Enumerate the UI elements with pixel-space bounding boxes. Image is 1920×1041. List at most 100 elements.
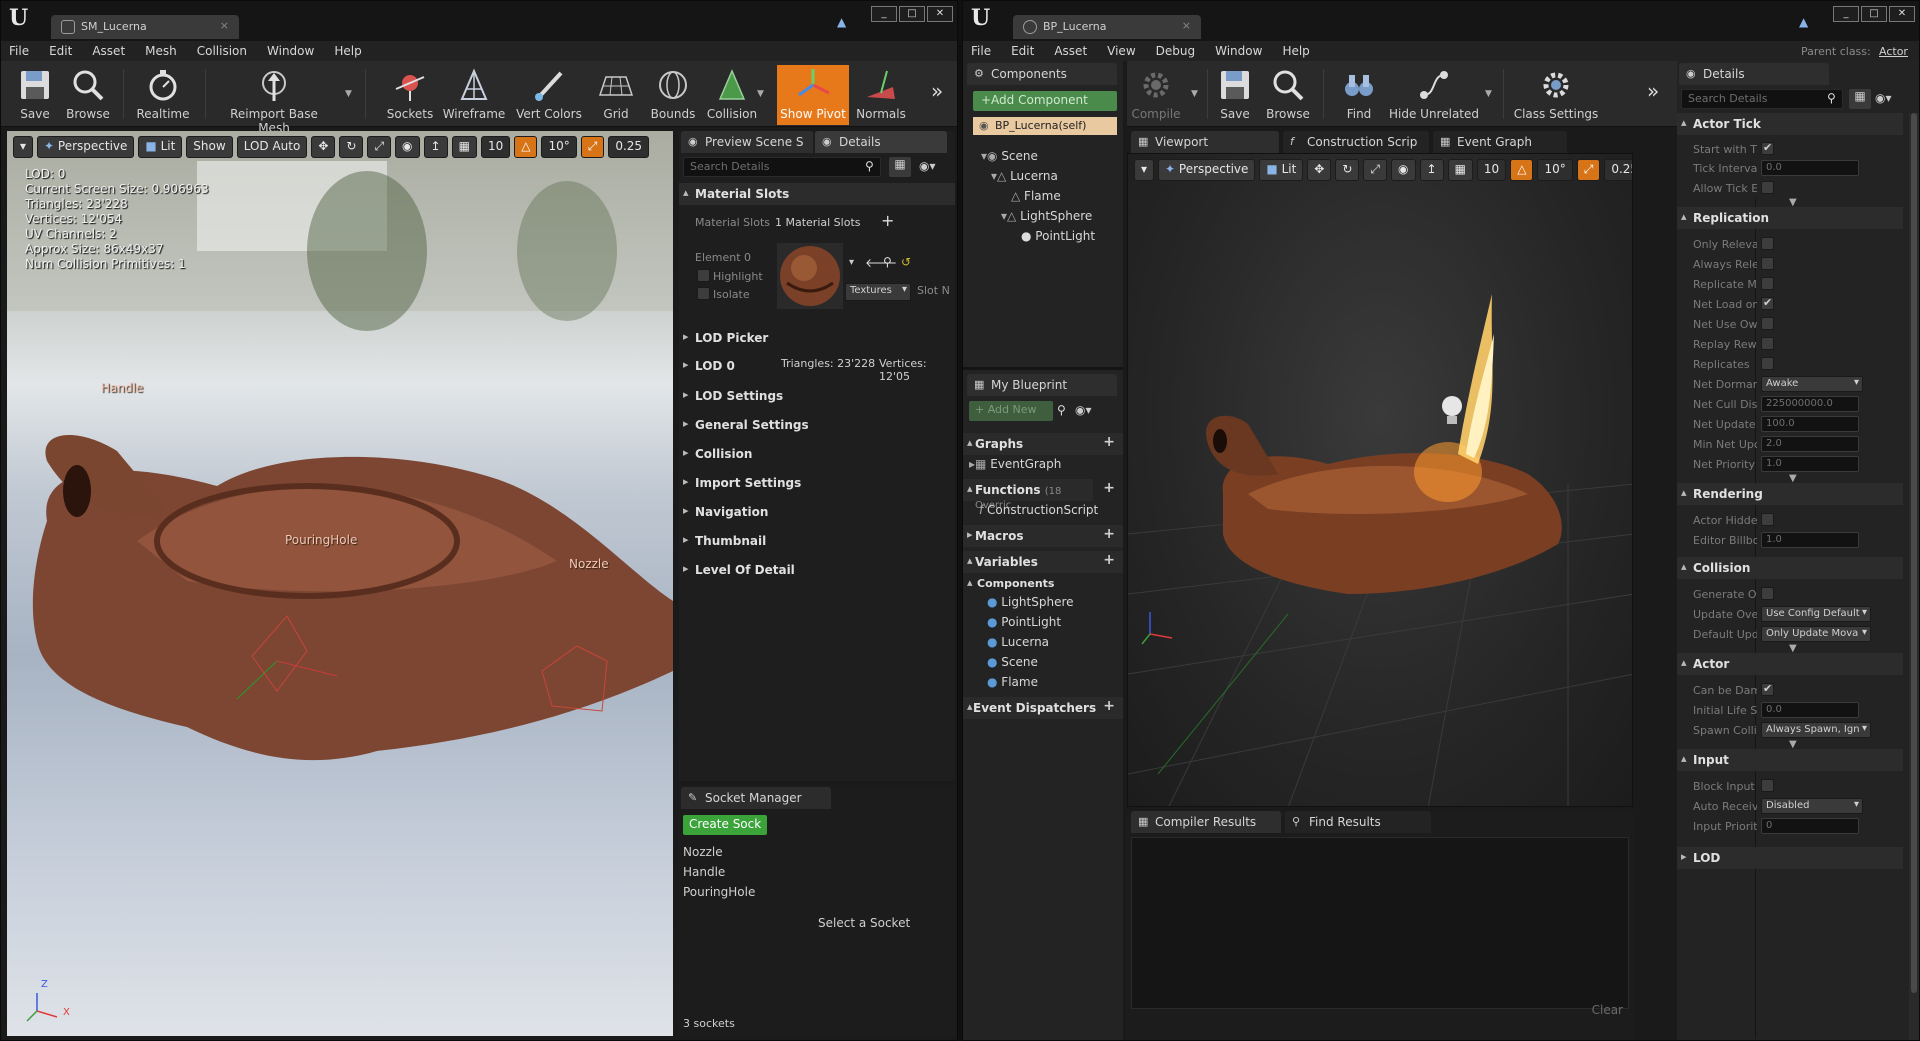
maximize-button[interactable]: □	[899, 6, 925, 22]
spawn-collision-dropdown[interactable]: Always Spawn, Ign	[1761, 722, 1871, 738]
function-constructionscript[interactable]: f ConstructionScript	[979, 503, 1098, 517]
tab-compiler-results[interactable]: ▦ Compiler Results	[1131, 811, 1281, 833]
scale-tool-icon[interactable]: ⤢	[1363, 159, 1388, 181]
default-update-dropdown[interactable]: Only Update Mova	[1761, 626, 1871, 642]
category-general-settings[interactable]: General Settings	[679, 414, 955, 436]
category-actor[interactable]: Actor	[1677, 653, 1903, 675]
close-window-button[interactable]: ✕	[927, 6, 953, 22]
scale-snap-icon[interactable]: ⤢	[1576, 159, 1601, 181]
highlight-checkbox[interactable]	[697, 269, 710, 282]
textures-dropdown[interactable]: Textures	[845, 283, 911, 301]
socket-label-pouringhole[interactable]: PouringHole	[285, 533, 357, 547]
rotate-tool-icon[interactable]: ↻	[339, 136, 364, 158]
material-dropdown-icon[interactable]: ▾	[849, 257, 854, 268]
details-search-input[interactable]: Search Details	[683, 157, 881, 177]
scale-tool-icon[interactable]: ⤢	[367, 136, 392, 158]
tab-preview-scene[interactable]: ◉ Preview Scene S	[681, 131, 813, 153]
socket-label-nozzle[interactable]: Nozzle	[569, 557, 609, 571]
surface-snap-icon[interactable]: ↥	[423, 136, 448, 158]
scale-snap-icon[interactable]: ⤢	[580, 136, 605, 158]
show-pivot-button[interactable]: Show Pivot	[777, 65, 849, 125]
reimport-base-mesh-button[interactable]: Reimport Base Mesh	[215, 65, 333, 135]
browse-button[interactable]: Browse	[61, 65, 115, 125]
input-priority-field[interactable]: 0	[1761, 818, 1859, 834]
category-lod-picker[interactable]: LOD Picker	[679, 327, 955, 349]
mortarboard-icon[interactable]: ▲	[1799, 15, 1813, 29]
menu-help[interactable]: Help	[334, 44, 361, 58]
asset-tab[interactable]: BP_Lucerna ×	[1013, 15, 1201, 39]
category-level-of-detail[interactable]: Level Of Detail	[679, 559, 955, 581]
save-button[interactable]: Save	[1213, 65, 1257, 125]
tab-my-blueprint[interactable]: ▦ My Blueprint	[967, 374, 1117, 396]
menu-file[interactable]: File	[971, 44, 991, 58]
section-variables[interactable]: Variables	[963, 551, 1123, 573]
socket-label-handle[interactable]: Handle	[101, 381, 143, 395]
rotation-snap-icon[interactable]: △	[514, 136, 538, 158]
tree-pointlight[interactable]: ● PointLight	[1021, 229, 1095, 243]
compile-button[interactable]: Compile	[1129, 65, 1183, 125]
asset-tab[interactable]: SM_Lucerna ×	[51, 15, 239, 39]
can-be-damaged-checkbox[interactable]	[1761, 682, 1774, 696]
net-use-owner-checkbox[interactable]	[1761, 317, 1774, 330]
menu-asset[interactable]: Asset	[1054, 44, 1087, 58]
use-selected-arrow-icon[interactable]: 🡐	[865, 255, 897, 270]
wireframe-button[interactable]: Wireframe	[441, 65, 507, 125]
category-navigation[interactable]: Navigation	[679, 501, 955, 523]
perspective-button[interactable]: ✦ Perspective	[1158, 159, 1256, 181]
section-functions[interactable]: Functions (18 Overric	[963, 479, 1093, 511]
grid-button[interactable]: Grid	[591, 65, 641, 125]
translate-tool-icon[interactable]: ✥	[1307, 159, 1332, 181]
category-lod[interactable]: LOD	[1677, 847, 1903, 869]
tab-details[interactable]: ◉ Details	[1679, 63, 1829, 85]
grid-snap-value[interactable]: 10	[480, 136, 511, 158]
surface-snap-icon[interactable]: ↥	[1419, 159, 1444, 181]
viewport-options-button[interactable]: ▾	[13, 136, 34, 158]
actor-hidden-checkbox[interactable]	[1761, 513, 1774, 526]
minimize-button[interactable]: _	[1833, 6, 1859, 22]
socket-item-nozzle[interactable]: Nozzle	[683, 845, 723, 859]
only-relevant-checkbox[interactable]	[1761, 237, 1774, 250]
details-scrollbar[interactable]	[1909, 113, 1919, 1040]
var-scene[interactable]: ● Scene	[987, 655, 1038, 669]
add-variable-icon[interactable]: +	[1103, 552, 1115, 568]
net-load-checkbox[interactable]	[1761, 296, 1774, 310]
scale-snap-value[interactable]: 0.25	[1604, 159, 1632, 181]
browse-asset-icon[interactable]: ⚲	[883, 255, 892, 269]
perspective-button[interactable]: ✦ Perspective	[37, 136, 135, 158]
menu-edit[interactable]: Edit	[1011, 44, 1034, 58]
component-self-row[interactable]: ◉ BP_Lucerna(self)	[973, 117, 1117, 135]
bounds-button[interactable]: Bounds	[645, 65, 701, 125]
category-thumbnail[interactable]: Thumbnail	[679, 530, 955, 552]
translate-tool-icon[interactable]: ✥	[311, 136, 336, 158]
editor-billboard-field[interactable]: 1.0	[1761, 532, 1859, 548]
close-tab-icon[interactable]: ×	[1182, 19, 1191, 32]
menu-file[interactable]: File	[9, 44, 29, 58]
replicates-checkbox[interactable]	[1761, 357, 1774, 370]
socket-item-pouringhole[interactable]: PouringHole	[683, 885, 755, 899]
tab-socket-manager[interactable]: ✎ Socket Manager	[681, 787, 831, 809]
close-tab-icon[interactable]: ×	[220, 19, 229, 32]
find-button[interactable]: Find	[1337, 65, 1381, 125]
var-lightsphere[interactable]: ● LightSphere	[987, 595, 1074, 609]
add-component-button[interactable]: +Add Component	[973, 91, 1117, 111]
section-event-dispatchers[interactable]: Event Dispatchers	[963, 697, 1123, 719]
add-function-icon[interactable]: +	[1103, 480, 1115, 496]
tab-details[interactable]: ◉ Details	[815, 131, 947, 153]
reset-to-default-icon[interactable]: ↺	[901, 255, 911, 269]
eye-visibility-icon[interactable]: ◉▾	[1875, 91, 1892, 105]
tree-lucerna[interactable]: ▾△ Lucerna	[991, 169, 1058, 183]
add-graph-icon[interactable]: +	[1103, 434, 1115, 450]
category-replication[interactable]: Replication	[1677, 207, 1903, 229]
world-local-icon[interactable]: ◉	[1391, 159, 1416, 181]
tab-components[interactable]: ⚙ Components	[967, 63, 1117, 85]
update-overlaps-dropdown[interactable]: Use Config Default	[1761, 606, 1871, 622]
menu-edit[interactable]: Edit	[49, 44, 72, 58]
net-update-frequency-field[interactable]: 100.0	[1761, 416, 1859, 432]
allow-tick-checkbox[interactable]	[1761, 181, 1774, 194]
grid-snap-icon[interactable]: ▦	[1447, 159, 1473, 181]
tab-construction-script[interactable]: f Construction Scrip	[1283, 131, 1429, 153]
menu-debug[interactable]: Debug	[1156, 44, 1195, 58]
class-settings-button[interactable]: Class Settings	[1511, 65, 1601, 125]
category-rendering[interactable]: Rendering	[1677, 483, 1903, 505]
menu-collision[interactable]: Collision	[197, 44, 247, 58]
